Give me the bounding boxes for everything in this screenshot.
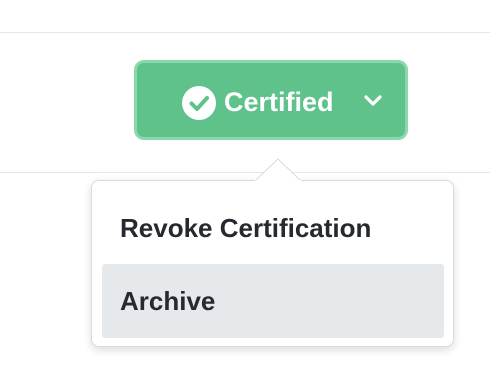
check-circle-icon <box>182 86 216 120</box>
dropdown-caret <box>255 158 301 182</box>
divider-middle <box>0 172 490 173</box>
archive-menu-item[interactable]: Archive <box>102 264 444 338</box>
divider-top <box>0 32 490 33</box>
certified-dropdown-button[interactable]: Certified <box>134 60 408 140</box>
certification-panel: Certified Revoke Certification Archive <box>0 0 490 381</box>
certification-dropdown-menu: Revoke Certification Archive <box>91 180 454 347</box>
certified-label: Certified <box>224 87 334 117</box>
revoke-certification-menu-item[interactable]: Revoke Certification <box>102 191 444 265</box>
chevron-down-icon <box>364 95 382 106</box>
